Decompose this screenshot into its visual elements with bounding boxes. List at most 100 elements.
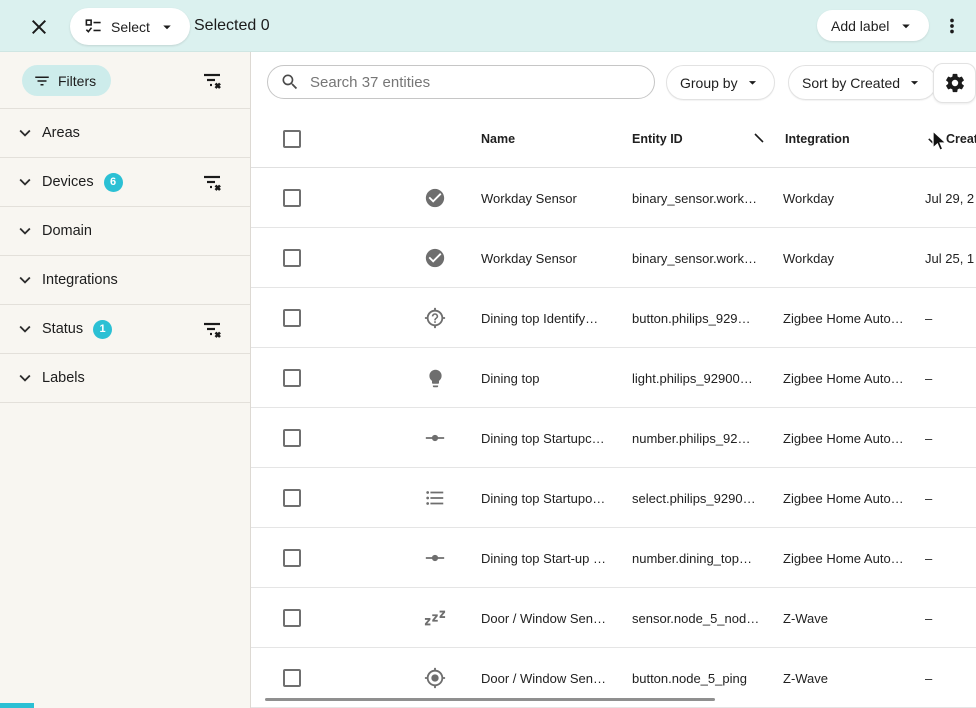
table-row[interactable]: Dining top Identify… button.philips_929…… (251, 288, 976, 348)
search-icon (280, 72, 300, 92)
sort-by-label: Sort by Created (802, 75, 900, 91)
sidebar-item-label: Devices (42, 174, 94, 190)
row-checkbox[interactable] (283, 609, 301, 627)
entity-created: Jul 25, 1 (925, 228, 976, 288)
entity-created: Jul 29, 2 (925, 168, 976, 228)
sidebar-item-status[interactable]: Status 1 (0, 305, 250, 354)
entity-integration: Zigbee Home Auto… (783, 288, 923, 348)
sidebar-item-label: Labels (42, 370, 85, 386)
column-header-name[interactable]: Name (481, 110, 515, 168)
devices-filter-badge: 6 (104, 173, 123, 192)
add-label-button[interactable]: Add label (817, 10, 929, 41)
entity-name: Dining top Start-up … (481, 528, 629, 588)
filters-header: Filters (0, 52, 250, 109)
entity-integration: Zigbee Home Auto… (783, 408, 923, 468)
sidebar-item-label: Integrations (42, 272, 118, 288)
entity-created: – (925, 348, 976, 408)
column-header-created-label: Created (946, 132, 976, 146)
entity-created: – (925, 588, 976, 648)
entity-integration: Z-Wave (783, 588, 923, 648)
entity-name: Workday Sensor (481, 228, 629, 288)
lightbulb-icon (422, 348, 448, 408)
group-by-label: Group by (680, 75, 738, 91)
sidebar-item-devices[interactable]: Devices 6 (0, 158, 250, 207)
row-checkbox[interactable] (283, 249, 301, 267)
entity-integration: Zigbee Home Auto… (783, 468, 923, 528)
column-header-entity-id[interactable]: Entity ID (632, 110, 683, 168)
entity-created: – (925, 288, 976, 348)
sidebar-item-label: Domain (42, 223, 92, 239)
filter-remove-icon[interactable] (198, 67, 226, 95)
row-checkbox[interactable] (283, 189, 301, 207)
search-input[interactable] (310, 74, 642, 91)
menu-down-icon (906, 74, 923, 91)
table-row[interactable]: Workday Sensor binary_sensor.work… Workd… (251, 228, 976, 288)
filter-remove-icon[interactable] (198, 316, 226, 344)
horizontal-scrollbar[interactable] (265, 698, 715, 701)
group-by-button[interactable]: Group by (666, 65, 775, 100)
entity-name: Workday Sensor (481, 168, 629, 228)
crosshairs-question-icon (422, 288, 448, 348)
select-button-label: Select (111, 19, 150, 35)
table-toolbar: Group by Sort by Created (251, 52, 976, 110)
filters-chip[interactable]: Filters (22, 65, 111, 96)
row-checkbox[interactable] (283, 309, 301, 327)
entity-integration: Workday (783, 228, 923, 288)
entity-name: Dining top Startupc… (481, 408, 629, 468)
close-icon[interactable] (26, 14, 52, 40)
table-row[interactable]: Dining top light.philips_92900… Zigbee H… (251, 348, 976, 408)
menu-down-icon (158, 18, 176, 36)
kebab-menu-icon[interactable] (938, 12, 966, 40)
filter-remove-icon[interactable] (198, 169, 226, 197)
search-box (267, 65, 655, 99)
row-checkbox[interactable] (283, 669, 301, 687)
checklist-icon (84, 17, 103, 36)
check-circle-icon (422, 228, 448, 288)
sidebar-item-integrations[interactable]: Integrations (0, 256, 250, 305)
chevron-down-icon (14, 171, 36, 193)
entity-created: – (925, 528, 976, 588)
entity-integration: Zigbee Home Auto… (783, 348, 923, 408)
entity-rows: Workday Sensor binary_sensor.work… Workd… (251, 168, 976, 708)
sleep-icon (422, 588, 448, 648)
row-checkbox[interactable] (283, 429, 301, 447)
entities-page: { "colors": { "topbar_bg": "#dbf1ef", "a… (0, 0, 976, 708)
table-header: Name Entity ID Integration Created (251, 110, 976, 168)
table-row[interactable]: Dining top Startupc… number.philips_92… … (251, 408, 976, 468)
slider-icon (422, 408, 448, 468)
table-row[interactable]: Dining top Start-up … number.dining_top…… (251, 528, 976, 588)
row-checkbox[interactable] (283, 489, 301, 507)
filters-chip-label: Filters (58, 73, 96, 89)
table-row[interactable]: Dining top Startupo… select.philips_9290… (251, 468, 976, 528)
menu-down-icon (744, 74, 761, 91)
row-checkbox[interactable] (283, 369, 301, 387)
slider-icon (422, 528, 448, 588)
entity-id: binary_sensor.work… (632, 168, 780, 228)
table-row[interactable]: Workday Sensor binary_sensor.work… Workd… (251, 168, 976, 228)
entity-created: – (925, 468, 976, 528)
bottom-left-accent (0, 703, 34, 708)
entity-id: button.philips_929… (632, 288, 780, 348)
sort-by-button[interactable]: Sort by Created (788, 65, 937, 100)
sidebar-item-labels[interactable]: Labels (0, 354, 250, 403)
gear-icon[interactable] (933, 63, 976, 103)
filter-icon (33, 72, 51, 90)
column-header-created[interactable]: Created (925, 110, 976, 168)
sidebar-item-areas[interactable]: Areas (0, 109, 250, 158)
entity-id: number.dining_top… (632, 528, 780, 588)
selection-topbar: Select Selected 0 Add label (0, 0, 976, 52)
select-all-checkbox[interactable] (283, 130, 301, 148)
select-button[interactable]: Select (70, 8, 190, 45)
arrow-down-icon (925, 130, 944, 149)
column-header-integration[interactable]: Integration (785, 110, 850, 168)
check-circle-icon (422, 168, 448, 228)
entity-id: select.philips_9290… (632, 468, 780, 528)
entity-integration: Workday (783, 168, 923, 228)
chevron-down-icon (14, 122, 36, 144)
table-row[interactable]: Door / Window Sen… sensor.node_5_nod… Z-… (251, 588, 976, 648)
entity-name: Dining top Identify… (481, 288, 629, 348)
row-checkbox[interactable] (283, 549, 301, 567)
entity-created: – (925, 648, 976, 708)
chevron-down-icon (14, 220, 36, 242)
sidebar-item-domain[interactable]: Domain (0, 207, 250, 256)
